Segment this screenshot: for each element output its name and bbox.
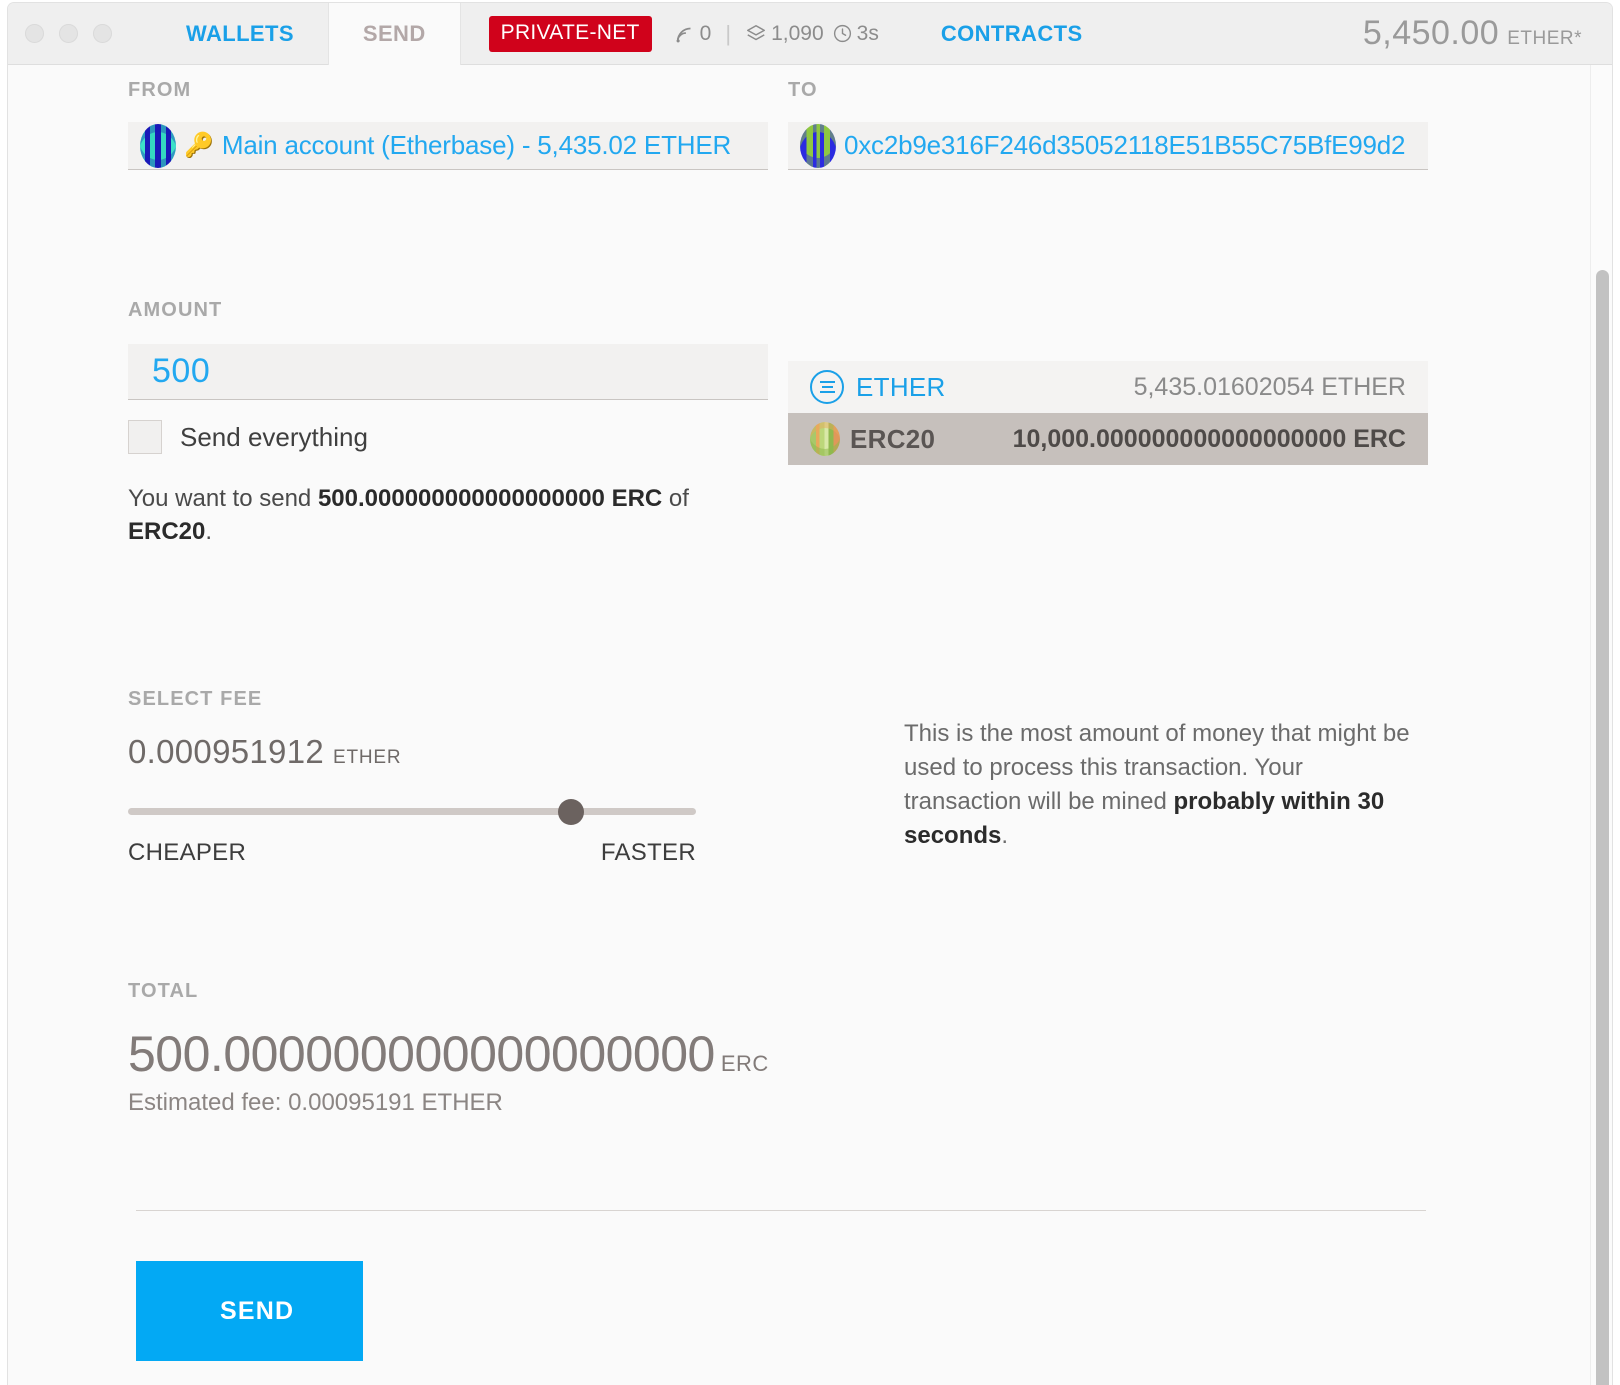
- peer-count: 0: [674, 21, 712, 46]
- estimated-fee: Estimated fee: 0.00095191 ETHER: [128, 1089, 503, 1116]
- token-row-ether[interactable]: ETHER 5,435.01602054 ETHER: [788, 361, 1428, 413]
- window-controls: [25, 24, 112, 43]
- send-everything-label: Send everything: [180, 421, 368, 452]
- send-button-label: SEND: [220, 1296, 295, 1325]
- fee-slider-labels: CHEAPER FASTER: [128, 839, 696, 867]
- from-group: FROM 🔑 Main account (Etherbase) - 5,435.…: [128, 79, 768, 170]
- node-stats: 0 | 1,090 3s: [674, 21, 879, 47]
- scrollbar-track[interactable]: [1590, 65, 1612, 1385]
- total-group: TOTAL 500.000000000000000000 ERC Estimat…: [128, 980, 848, 1117]
- send-form: FROM 🔑 Main account (Etherbase) - 5,435.…: [8, 65, 1554, 1385]
- block-count: 1,090: [745, 22, 824, 46]
- zoom-button-icon[interactable]: [93, 24, 112, 43]
- to-address-label: 0xc2b9e316F246d35052118E51B55C75BfE99d2: [844, 130, 1406, 160]
- token-list-rows: ETHER 5,435.01602054 ETHER ERC20 10,000.…: [788, 361, 1428, 465]
- signal-icon: [676, 27, 691, 42]
- fee-slider-track[interactable]: [128, 808, 696, 815]
- app-root: WALLETS SEND PRIVATE-NET 0 | 1,090 3s CO…: [0, 0, 1620, 1385]
- note-suffix: .: [205, 518, 213, 546]
- send-everything-box-icon: [128, 420, 162, 454]
- amount-input[interactable]: 500: [128, 344, 768, 400]
- token-list: ETHER 5,435.01602054 ETHER ERC20 10,000.…: [788, 299, 1428, 465]
- amount-label: AMOUNT: [128, 299, 223, 321]
- wallet-window: WALLETS SEND PRIVATE-NET 0 | 1,090 3s CO…: [8, 3, 1612, 1385]
- fee-slider-thumb[interactable]: [558, 799, 585, 825]
- note-amount: 500.000000000000000000 ERC: [317, 485, 663, 512]
- peer-count-value: 0: [699, 21, 712, 45]
- ether-icon: [810, 370, 844, 404]
- total-label: TOTAL: [128, 980, 199, 1002]
- layers-icon: [747, 24, 766, 40]
- to-address-select[interactable]: 0xc2b9e316F246d35052118E51B55C75BfE99d2: [788, 122, 1428, 170]
- amount-input-value: 500: [152, 352, 211, 390]
- block-time-value: 3s: [856, 21, 879, 45]
- tab-wallets-label: WALLETS: [186, 20, 294, 46]
- send-everything-checkbox[interactable]: Send everything: [128, 420, 768, 454]
- fee-description: This is the most amount of money that mi…: [904, 717, 1424, 853]
- scrollbar-thumb[interactable]: [1596, 270, 1609, 1385]
- fee-value-unit: ETHER: [333, 747, 402, 768]
- to-label: TO: [788, 79, 818, 101]
- note-prefix: You want to send: [128, 485, 318, 512]
- total-value: 500.000000000000000000 ERC: [128, 1025, 848, 1083]
- to-identicon-icon: [800, 123, 836, 168]
- footer-divider: [136, 1210, 1426, 1211]
- fee-cheaper-label: CHEAPER: [128, 839, 247, 866]
- fee-description-group: This is the most amount of money that mi…: [904, 717, 1544, 853]
- select-fee-label: SELECT FEE: [128, 688, 263, 710]
- close-button-icon[interactable]: [25, 24, 44, 43]
- note-token: ERC20: [128, 518, 206, 546]
- token-balance: 10,000.000000000000000000 ERC: [1012, 424, 1406, 453]
- to-group: TO 0xc2b9e316F246d35052118E51B55C75BfE99…: [788, 79, 1428, 170]
- from-identicon-icon: [140, 123, 176, 168]
- total-balance-unit: ETHER*: [1507, 28, 1582, 49]
- network-badge[interactable]: PRIVATE-NET: [488, 15, 652, 52]
- titlebar-tabs: WALLETS SEND PRIVATE-NET 0 | 1,090 3s CO…: [8, 3, 1612, 66]
- fee-value-number: 0.000951912: [128, 733, 324, 770]
- tab-contracts[interactable]: CONTRACTS: [941, 21, 1083, 47]
- block-count-value: 1,090: [771, 21, 824, 45]
- amount-group: AMOUNT 500 Send everything You want to s…: [128, 299, 768, 548]
- token-balance: 5,435.01602054 ETHER: [1133, 372, 1406, 401]
- block-time: 3s: [832, 22, 879, 46]
- erc20-token-icon: [810, 422, 840, 456]
- token-name: ERC20: [850, 423, 936, 454]
- fee-group: SELECT FEE 0.000951912 ETHER CHEAPER FAS…: [128, 688, 768, 867]
- total-value-number: 500.000000000000000000: [128, 1026, 715, 1082]
- minimize-button-icon[interactable]: [59, 24, 78, 43]
- tab-contracts-label: CONTRACTS: [940, 20, 1083, 46]
- from-account-select[interactable]: 🔑 Main account (Etherbase) - 5,435.02 ET…: [128, 122, 768, 170]
- stats-separator: |: [725, 20, 732, 46]
- tab-send-label: SEND: [362, 20, 426, 46]
- key-icon: 🔑: [184, 132, 214, 159]
- network-badge-label: PRIVATE-NET: [500, 20, 640, 44]
- amount-summary-note: You want to send 500.000000000000000000 …: [128, 482, 728, 548]
- from-account-label: Main account (Etherbase) - 5,435.02 ETHE…: [221, 130, 732, 160]
- total-balance-amount: 5,450.00: [1362, 14, 1500, 52]
- total-balance: 5,450.00 ETHER*: [1363, 14, 1582, 53]
- tab-wallets[interactable]: WALLETS: [152, 3, 328, 65]
- note-middle: of: [662, 485, 689, 512]
- clock-icon: [833, 24, 851, 43]
- token-row-erc20[interactable]: ERC20 10,000.000000000000000000 ERC: [788, 413, 1428, 465]
- from-label: FROM: [128, 79, 192, 101]
- fee-value: 0.000951912 ETHER: [128, 733, 768, 771]
- fee-slider[interactable]: [128, 799, 696, 825]
- fee-description-suffix: .: [1001, 822, 1009, 850]
- total-value-unit: ERC: [720, 1051, 769, 1076]
- tab-send[interactable]: SEND: [327, 3, 461, 66]
- token-name: ETHER: [856, 371, 946, 402]
- send-button[interactable]: SEND: [136, 1261, 363, 1361]
- fee-faster-label: FASTER: [600, 839, 696, 866]
